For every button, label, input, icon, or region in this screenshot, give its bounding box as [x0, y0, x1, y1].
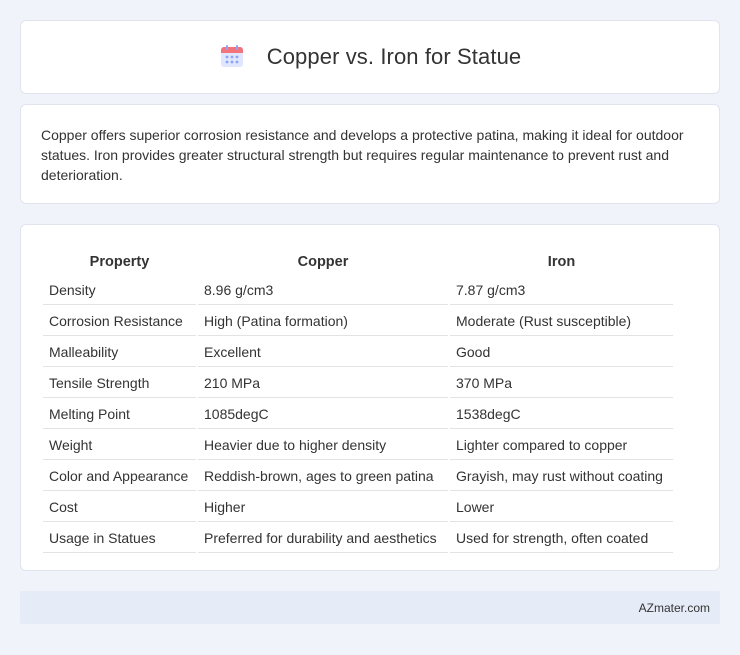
column-header-iron: Iron	[547, 253, 576, 270]
table-row: Malleability Excellent Good	[43, 338, 673, 367]
iron-cell: 1538degC	[450, 400, 673, 429]
iron-cell: Used for strength, often coated	[450, 524, 673, 553]
iron-cell: Lighter compared to copper	[450, 431, 673, 460]
iron-cell: 7.87 g/cm3	[450, 276, 673, 305]
copper-cell: 1085degC	[198, 400, 448, 429]
iron-cell: Lower	[450, 493, 673, 522]
property-cell: Melting Point	[43, 400, 196, 429]
copper-cell: 210 MPa	[198, 369, 448, 398]
iron-cell: Grayish, may rust without coating	[450, 462, 673, 491]
table-row: Color and Appearance Reddish-brown, ages…	[43, 462, 673, 491]
calendar-icon	[220, 45, 243, 67]
property-cell: Color and Appearance	[43, 462, 196, 491]
title-card: Copper vs. Iron for Statue	[20, 20, 720, 94]
description-text: Copper offers superior corrosion resista…	[41, 127, 684, 183]
copper-cell: High (Patina formation)	[198, 307, 448, 336]
iron-cell: Good	[450, 338, 673, 367]
table-row: Weight Heavier due to higher density Lig…	[43, 431, 673, 460]
property-cell: Cost	[43, 493, 196, 522]
footer-bar: AZmater.com	[20, 591, 720, 624]
table-row: Corrosion Resistance High (Patina format…	[43, 307, 673, 336]
description-card: Copper offers superior corrosion resista…	[20, 104, 720, 204]
table-row: Usage in Statues Preferred for durabilit…	[43, 524, 673, 553]
table-row: Melting Point 1085degC 1538degC	[43, 400, 673, 429]
property-cell: Density	[43, 276, 196, 305]
copper-cell: Reddish-brown, ages to green patina	[198, 462, 448, 491]
copper-cell: Higher	[198, 493, 448, 522]
column-header-property: Property	[89, 253, 150, 270]
table-header-row: Property Copper Iron	[43, 247, 673, 274]
property-cell: Weight	[43, 431, 196, 460]
property-cell: Usage in Statues	[43, 524, 196, 553]
table-row: Tensile Strength 210 MPa 370 MPa	[43, 369, 673, 398]
copper-cell: Heavier due to higher density	[198, 431, 448, 460]
comparison-table-card: Property Copper Iron Density 8.96 g/cm3 …	[20, 224, 720, 571]
property-cell: Malleability	[43, 338, 196, 367]
property-cell: Tensile Strength	[43, 369, 196, 398]
table-row: Density 8.96 g/cm3 7.87 g/cm3	[43, 276, 673, 305]
table-row: Cost Higher Lower	[43, 493, 673, 522]
copper-cell: Preferred for durability and aesthetics	[198, 524, 448, 553]
footer-brand: AZmater.com	[638, 600, 710, 615]
column-header-copper: Copper	[297, 253, 349, 270]
property-cell: Corrosion Resistance	[43, 307, 196, 336]
iron-cell: 370 MPa	[450, 369, 673, 398]
iron-cell: Moderate (Rust susceptible)	[450, 307, 673, 336]
comparison-table: Property Copper Iron Density 8.96 g/cm3 …	[41, 245, 675, 555]
copper-cell: Excellent	[198, 338, 448, 367]
page-title: Copper vs. Iron for Statue	[266, 44, 522, 69]
copper-cell: 8.96 g/cm3	[198, 276, 448, 305]
